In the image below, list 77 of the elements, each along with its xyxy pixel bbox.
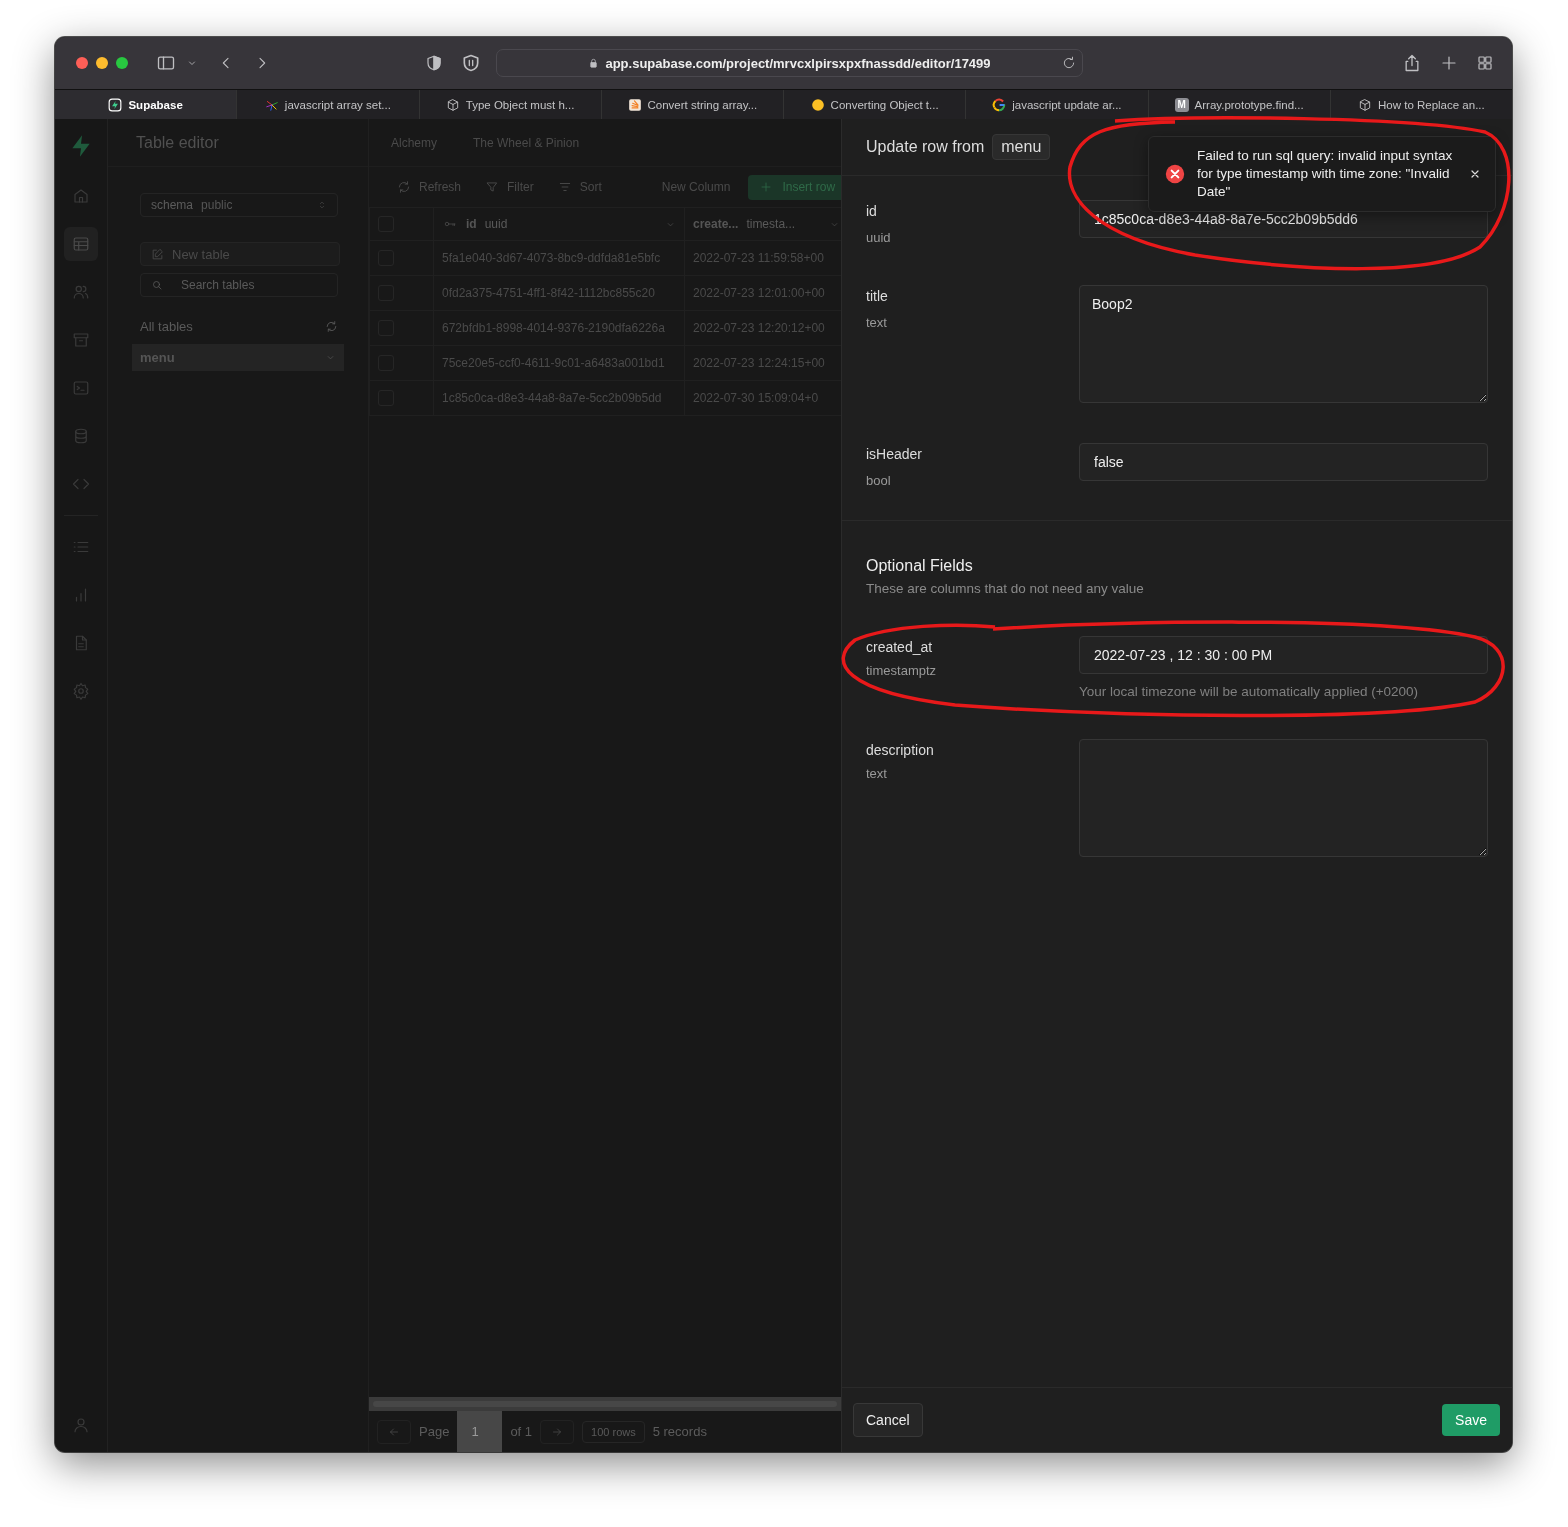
next-page-button[interactable] [540,1419,575,1444]
minimize-window-button[interactable] [96,57,108,69]
edit-icon [151,247,164,261]
column-type: timesta... [746,217,796,231]
field-hint: Your local timezone will be automatically applied (+0200) [1079,684,1420,699]
filter-icon [485,180,500,194]
input-field[interactable]: false [1079,443,1488,481]
plus-icon [760,181,773,193]
site-icon: M [1174,97,1189,112]
lock-icon [588,57,600,69]
database-icon [72,427,90,445]
field-type: timestamptz [866,663,938,678]
cube-icon [445,97,460,112]
column-type: uuid [484,217,508,231]
grid-icon[interactable] [1476,54,1494,72]
field-type: text [866,766,888,781]
table-icon [72,235,90,253]
browser-tab[interactable]: Converting Object t... [783,90,966,119]
browser-tab[interactable]: javascript update ar... [965,90,1148,119]
reload-icon[interactable] [1062,56,1076,70]
save-button[interactable]: Save [1442,1404,1500,1436]
refresh-icon[interactable] [325,320,338,333]
refresh-icon [397,180,411,194]
scrollbar[interactable] [369,1397,841,1411]
google-icon [992,97,1007,112]
home-icon [72,187,90,205]
circle-icon [810,97,825,112]
shield-icon[interactable] [425,54,443,72]
close-window-button[interactable] [76,57,88,69]
bolt-icon [108,97,123,112]
error-message: Failed to run sql query: invalid input syntax for type timestamp with time zone: "Invalid Date" [1197,147,1454,201]
browser-tab[interactable]: javascript array set... [236,90,419,119]
cube-icon [1358,97,1372,112]
table-tag: menu [992,134,1051,160]
text-area[interactable]: Boop2 [1079,285,1488,403]
panel-title: Update row from [866,138,985,156]
table-nav-button[interactable] [64,227,98,261]
field-type: text [866,315,888,330]
browser-tab[interactable]: How to Replace an... [1329,90,1512,119]
datetime-field[interactable]: 2022-07-23 , 12 : 30 : 00 PM [1079,636,1488,674]
record-count: 5 records [652,1424,707,1439]
browser-tab[interactable]: Supabase [55,90,237,119]
field-label: description [866,742,935,758]
zoom-window-button[interactable] [116,57,128,69]
users-icon [72,283,90,301]
field-label: created_at [866,639,934,655]
sort-icon [557,180,572,194]
page-title: Table editor [108,119,368,167]
cancel-button[interactable]: Cancel [853,1403,923,1437]
browser-tab[interactable]: Type Object must h... [418,90,601,119]
field-label: title [866,288,889,304]
field-type: bool [866,473,892,488]
browser-tab[interactable]: Convert string array... [600,90,783,119]
terminal-icon [72,379,90,397]
close-icon[interactable] [1469,168,1481,180]
plus-icon[interactable] [1440,54,1458,72]
page-label: Page [419,1424,450,1439]
user-icon[interactable] [72,1416,90,1434]
error-icon [1165,164,1185,184]
archive-icon [72,331,90,349]
previous-page-button[interactable] [377,1419,411,1444]
settings-icon [72,682,90,700]
address-field[interactable]: app.supabase.com/project/mrvcxlpirsxpxfnassdd/editor/17499 [496,49,1083,77]
chevrons-icon [317,199,327,211]
column-name: create... [693,217,739,231]
field-label: id [866,203,878,219]
section-subtitle: These are columns that do not need any value [866,581,1145,596]
column-name: id [466,217,477,231]
stack-icon [627,97,642,112]
search-icon [151,279,163,291]
shield-icon[interactable] [461,53,481,73]
page-count: of 1 [510,1424,533,1439]
section-label: All tables [140,319,193,334]
field-type: uuid [866,230,892,245]
field-label: isHeader [866,446,924,462]
section-title: Optional Fields [866,557,974,575]
text-area[interactable] [1079,739,1488,857]
